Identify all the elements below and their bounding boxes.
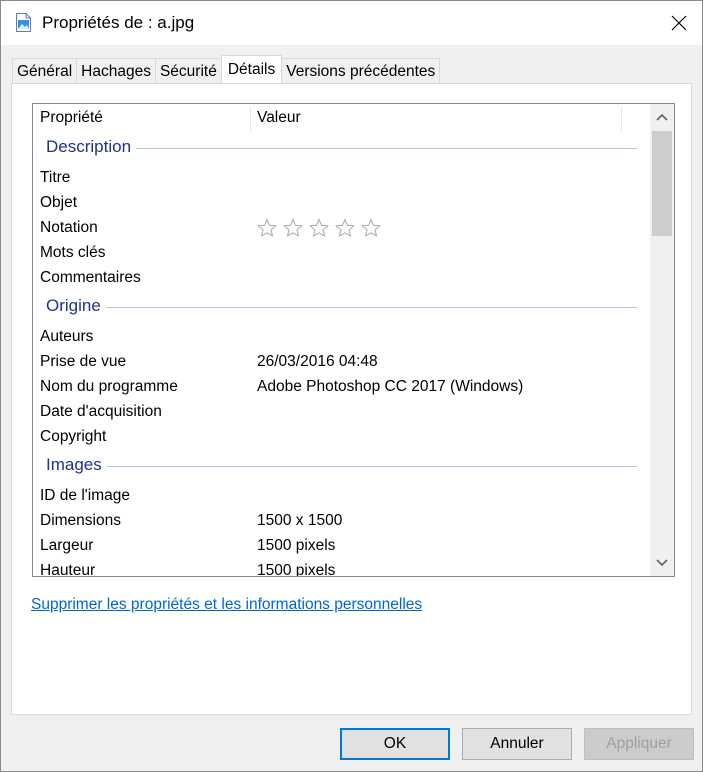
property-name: Date d'acquisition xyxy=(40,403,162,420)
property-value: 1500 pixels xyxy=(257,562,336,577)
table-row[interactable]: Notation xyxy=(33,216,647,241)
tab-general[interactable]: Général xyxy=(12,58,78,84)
property-name: Copyright xyxy=(40,428,107,445)
rating-stars[interactable] xyxy=(257,217,387,239)
property-value: 1500 pixels xyxy=(257,537,336,554)
vertical-scrollbar[interactable] xyxy=(650,104,674,576)
table-row[interactable]: Commentaires xyxy=(33,266,647,291)
property-name: Auteurs xyxy=(40,328,94,345)
tab-hashes[interactable]: Hachages xyxy=(76,58,156,84)
property-name: Commentaires xyxy=(40,269,141,286)
details-panel: Propriété Valeur Description Titre Objet xyxy=(11,83,692,715)
close-icon xyxy=(671,15,687,31)
ok-button[interactable]: OK xyxy=(340,728,450,760)
title-bar: Propriétés de : a.jpg xyxy=(1,1,702,45)
column-header: Propriété Valeur xyxy=(33,104,653,132)
star-outline-icon[interactable] xyxy=(283,217,309,239)
star-outline-icon[interactable] xyxy=(335,217,361,239)
table-row[interactable]: Objet xyxy=(33,191,647,216)
table-row[interactable]: ID de l'image xyxy=(33,484,647,509)
property-name: Dimensions xyxy=(40,512,121,529)
group-divider xyxy=(46,307,637,308)
column-header-value[interactable]: Valeur xyxy=(250,104,301,132)
table-row[interactable]: Nom du programme Adobe Photoshop CC 2017… xyxy=(33,375,647,400)
group-label: Origine xyxy=(46,296,106,316)
apply-button[interactable]: Appliquer xyxy=(584,728,694,760)
chevron-down-icon xyxy=(656,559,668,567)
table-row[interactable]: Hauteur 1500 pixels xyxy=(33,559,647,577)
property-name: Prise de vue xyxy=(40,353,127,370)
property-name: ID de l'image xyxy=(40,487,130,504)
table-row[interactable]: Dimensions 1500 x 1500 xyxy=(33,509,647,534)
scroll-thumb[interactable] xyxy=(652,131,672,236)
column-separator[interactable] xyxy=(621,107,622,131)
property-name: Objet xyxy=(40,194,78,211)
property-name: Mots clés xyxy=(40,244,106,261)
property-name: Hauteur xyxy=(40,562,96,577)
tab-details[interactable]: Détails xyxy=(220,55,283,83)
table-row[interactable]: Date d'acquisition xyxy=(33,400,647,425)
group-label: Images xyxy=(46,455,107,475)
table-row[interactable]: Copyright xyxy=(33,425,647,450)
property-rows: Description Titre Objet Notation Mots cl… xyxy=(33,132,647,577)
group-label: Description xyxy=(46,137,137,157)
table-row[interactable]: Mots clés xyxy=(33,241,647,266)
table-row[interactable]: Prise de vue 26/03/2016 04:48 xyxy=(33,350,647,375)
tab-strip: Général Hachages Sécurité Détails Versio… xyxy=(12,55,441,84)
table-row[interactable]: Titre xyxy=(33,166,647,191)
property-name: Notation xyxy=(40,219,98,236)
property-value: 26/03/2016 04:48 xyxy=(257,353,378,370)
group-header-images: Images xyxy=(33,450,647,484)
property-name: Nom du programme xyxy=(40,378,178,395)
tab-security[interactable]: Sécurité xyxy=(154,58,222,84)
chevron-up-icon xyxy=(656,113,668,121)
column-header-property[interactable]: Propriété xyxy=(33,104,103,132)
scroll-up-button[interactable] xyxy=(650,104,674,130)
tab-previous-versions[interactable]: Versions précédentes xyxy=(281,58,441,84)
table-row[interactable]: Auteurs xyxy=(33,325,647,350)
cancel-button[interactable]: Annuler xyxy=(462,728,572,760)
table-row[interactable]: Largeur 1500 pixels xyxy=(33,534,647,559)
window-title: Propriétés de : a.jpg xyxy=(42,13,195,32)
star-outline-icon[interactable] xyxy=(257,217,283,239)
image-file-icon xyxy=(16,13,31,32)
star-outline-icon[interactable] xyxy=(361,217,387,239)
remove-properties-link[interactable]: Supprimer les propriétés et les informat… xyxy=(31,596,422,614)
group-divider xyxy=(46,466,637,467)
property-value: 1500 x 1500 xyxy=(257,512,343,529)
property-name: Titre xyxy=(40,169,71,186)
property-name: Largeur xyxy=(40,537,94,554)
group-header-origin: Origine xyxy=(33,291,647,325)
properties-list[interactable]: Propriété Valeur Description Titre Objet xyxy=(32,103,675,577)
properties-dialog: Propriétés de : a.jpg Général Hachages S… xyxy=(0,0,703,772)
property-value: Adobe Photoshop CC 2017 (Windows) xyxy=(257,378,524,395)
star-outline-icon[interactable] xyxy=(309,217,335,239)
scroll-down-button[interactable] xyxy=(650,550,674,576)
close-button[interactable] xyxy=(656,1,702,45)
group-header-description: Description xyxy=(33,132,647,166)
